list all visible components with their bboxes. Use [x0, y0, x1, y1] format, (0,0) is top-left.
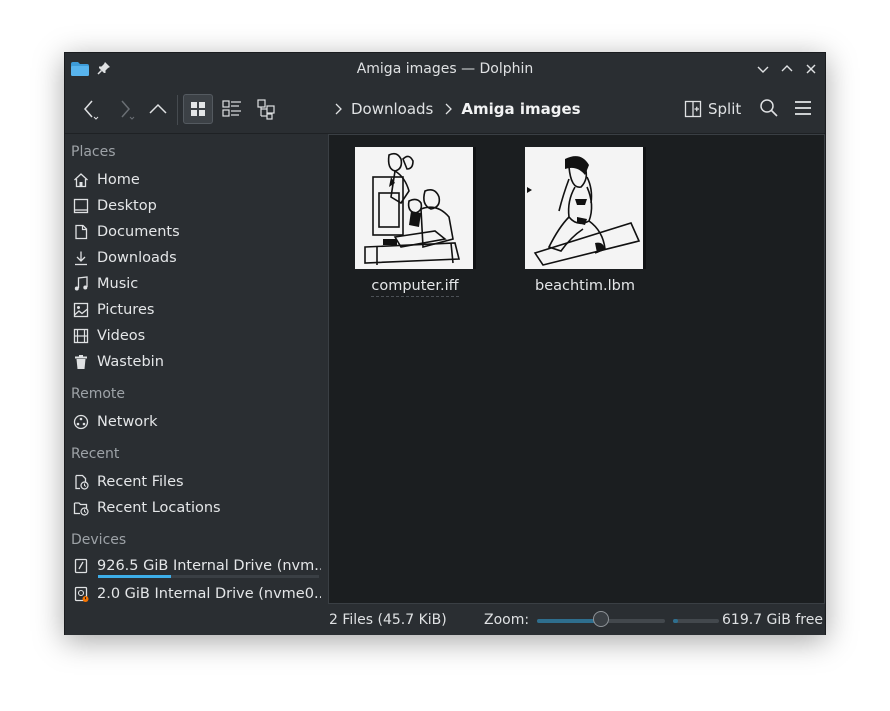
- zoom-slider-fill: [537, 619, 601, 623]
- minimize-button[interactable]: [755, 61, 771, 77]
- drive-warning-icon: [74, 586, 89, 602]
- drive-usage-bar: [98, 575, 319, 578]
- status-summary: 2 Files (45.7 KiB): [329, 612, 447, 628]
- zoom-label: Zoom:: [484, 612, 530, 628]
- sidebar-item-network[interactable]: Network: [73, 410, 321, 434]
- grid-view-icon: [191, 102, 205, 116]
- back-button[interactable]: [77, 97, 103, 121]
- remote-section-title: Remote: [71, 386, 126, 402]
- sidebar-item-label: 926.5 GiB Internal Drive (nvm...: [97, 558, 321, 574]
- details-view-button[interactable]: [256, 97, 278, 121]
- hamburger-menu-icon[interactable]: [793, 98, 813, 118]
- breadcrumb: Downloads Amiga images: [333, 99, 581, 119]
- wastebin-icon: [75, 355, 87, 369]
- split-label: Split: [708, 100, 742, 118]
- sidebar-item-music[interactable]: Music: [73, 272, 321, 296]
- back-arrow-icon: [84, 100, 99, 120]
- dolphin-window: Amiga images — Dolphin Downloads Amiga i…: [64, 52, 826, 635]
- downloads-icon: [75, 251, 87, 266]
- home-icon: [74, 173, 88, 188]
- sidebar-item-downloads[interactable]: Downloads: [73, 246, 321, 270]
- up-arrow-icon: [149, 103, 167, 114]
- sidebar-item-videos[interactable]: Videos: [73, 324, 321, 348]
- sidebar-item-label: Recent Locations: [97, 500, 221, 516]
- window-title: Amiga images — Dolphin: [356, 61, 534, 77]
- beach-drawing-image: [525, 147, 643, 269]
- free-space-bar: [673, 619, 719, 623]
- desktop-icon: [73, 198, 89, 214]
- up-button[interactable]: [145, 97, 171, 121]
- sidebar-item-label: Wastebin: [97, 354, 164, 370]
- sidebar-item-wastebin[interactable]: Wastebin: [73, 350, 321, 374]
- chevron-right-icon: [335, 103, 342, 115]
- forward-button[interactable]: [113, 97, 139, 121]
- devices-section-title: Devices: [71, 532, 127, 548]
- drive-usage-fill: [98, 575, 171, 578]
- tree-view-icon: [257, 99, 275, 120]
- recent-files-icon: [75, 474, 89, 490]
- split-button[interactable]: Split: [684, 99, 741, 119]
- file-thumbnail: [525, 147, 643, 269]
- compact-view-icon: [222, 100, 241, 117]
- sidebar-item-label: Documents: [97, 224, 180, 240]
- places-section-title: Places: [71, 144, 116, 160]
- drive-icon: [74, 558, 88, 574]
- sidebar-item-desktop[interactable]: Desktop: [73, 194, 321, 218]
- sidebar-item-label: Pictures: [97, 302, 155, 318]
- sidebar-item-recent-files[interactable]: Recent Files: [73, 470, 321, 494]
- file-thumbnail: [355, 147, 473, 269]
- icons-view-button[interactable]: [183, 94, 213, 124]
- sidebar-item-drive-2[interactable]: 2.0 GiB Internal Drive (nvme0...: [73, 582, 321, 606]
- sidebar-item-recent-locations[interactable]: Recent Locations: [73, 496, 321, 520]
- sidebar-item-label: Music: [97, 276, 139, 292]
- search-icon[interactable]: [759, 98, 779, 118]
- forward-arrow-icon: [121, 100, 135, 120]
- music-icon: [74, 276, 88, 291]
- sidebar-item-label: 2.0 GiB Internal Drive (nvme0...: [97, 586, 321, 602]
- breadcrumb-amiga-images[interactable]: Amiga images: [461, 100, 580, 118]
- sidebar-item-label: Desktop: [97, 198, 157, 214]
- chevron-right-icon: [445, 103, 453, 115]
- sidebar-item-label: Videos: [97, 328, 146, 344]
- file-name: beachtim.lbm: [535, 278, 635, 294]
- breadcrumb-downloads[interactable]: Downloads: [351, 100, 433, 118]
- videos-icon: [73, 328, 89, 344]
- file-name: computer.iff: [371, 278, 459, 297]
- toolbar: Downloads Amiga images Split: [65, 85, 825, 134]
- sidebar-item-label: Downloads: [97, 250, 177, 266]
- sidebar-item-label: Network: [97, 414, 158, 430]
- free-space-label: 619.7 GiB free: [722, 612, 823, 628]
- free-space-fill: [673, 619, 678, 623]
- toolbar-separator: [177, 95, 178, 125]
- title-bar[interactable]: Amiga images — Dolphin: [65, 53, 825, 85]
- zoom-slider-handle[interactable]: [593, 611, 609, 627]
- recent-section-title: Recent: [71, 446, 120, 462]
- compact-view-button[interactable]: [221, 97, 243, 121]
- sidebar-item-pictures[interactable]: Pictures: [73, 298, 321, 322]
- maximize-button[interactable]: [779, 61, 795, 77]
- sidebar-item-label: Recent Files: [97, 474, 184, 490]
- sidebar-item-home[interactable]: Home: [73, 168, 321, 192]
- close-button[interactable]: [803, 61, 819, 77]
- recent-locations-icon: [73, 502, 89, 516]
- computer-drawing-image: [355, 147, 473, 269]
- places-panel: Places Home Desktop Documents Downloads …: [65, 134, 327, 609]
- file-view[interactable]: computer.iff beachtim.lbm: [328, 134, 825, 604]
- pictures-icon: [73, 302, 89, 318]
- status-bar: 2 Files (45.7 KiB) Zoom: 619.7 GiB free: [65, 607, 825, 635]
- split-view-icon: [684, 100, 702, 118]
- network-icon: [73, 414, 89, 430]
- documents-icon: [75, 224, 88, 240]
- sidebar-item-documents[interactable]: Documents: [73, 220, 321, 244]
- sidebar-item-label: Home: [97, 172, 140, 188]
